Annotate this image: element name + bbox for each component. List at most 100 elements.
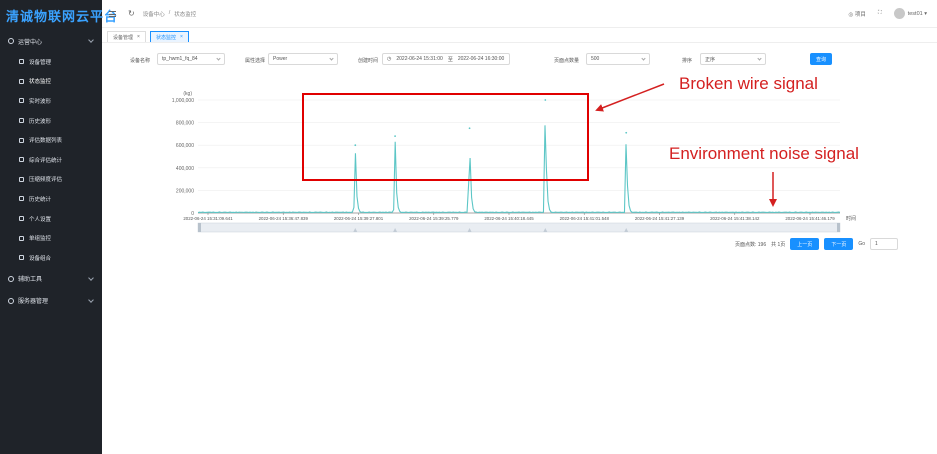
sidebar-item-label: 历史统计 (29, 196, 52, 203)
time-separator: 至 (447, 56, 453, 63)
project-link[interactable]: ◎ 项目 (849, 10, 866, 18)
zoom-handle-left (198, 223, 201, 232)
tools-icon (8, 275, 14, 282)
breadcrumb-item: 状态监控 (174, 11, 197, 18)
sidebar-item-label: 设备管理 (29, 59, 52, 66)
sidebar-item-label: 状态监控 (29, 79, 52, 86)
tab-bar: 设备管理 × 状态监控 × (102, 29, 937, 43)
stats-icon (19, 157, 24, 163)
clock-icon: ◷ (387, 56, 392, 62)
sort-select[interactable]: 正序 (700, 53, 766, 65)
sidebar-item-history-stats[interactable]: 历史统计 (0, 189, 102, 209)
broken-signal-label: Broken wire signal (679, 74, 818, 93)
sidebar-item-label: 历史波形 (29, 118, 52, 125)
chevron-down-icon (329, 56, 334, 61)
chevron-down-icon (641, 56, 646, 61)
query-button[interactable]: 查询 (810, 53, 832, 65)
x-tick-label: 2022-06-24 15:36:47.839 (259, 216, 309, 221)
sidebar-item-history-wave[interactable]: 历史波形 (0, 111, 102, 131)
time-label: 创建时间 (358, 58, 379, 64)
y-axis-label: (kg) (183, 91, 192, 97)
top-header: ↻ 设备中心 / 状态监控 ◎ 项目 ⛶ test01 ▾ (102, 0, 937, 28)
tab-status-monitor[interactable]: 状态监控 × (149, 31, 189, 42)
header-actions: ◎ 项目 ⛶ test01 ▾ (849, 8, 927, 19)
prev-page-button[interactable]: 上一页 (790, 238, 820, 250)
pagination: 页面点数: 196 共 1页 上一页 下一页 Go 1 (735, 237, 898, 251)
refresh-icon[interactable]: ↻ (128, 9, 135, 18)
device-select[interactable]: tp_hwm1_fq_84 (157, 53, 225, 65)
settings-icon (8, 38, 14, 44)
filter-bar: 设备名称 tp_hwm1_fq_84 属性选择 Power 创建时间 ◷ 202… (102, 52, 937, 68)
chevron-down-icon (88, 296, 94, 303)
sidebar-item-realtime-wave[interactable]: 实时波形 (0, 91, 102, 111)
sidebar-group-servers[interactable]: 服务器管理 (0, 290, 102, 312)
app-root: 清诚物联网云平台 运营中心 设备管理 状态监控 实时波形 历史波形 评估数据列表… (0, 0, 937, 454)
page-input[interactable]: 1 (870, 238, 898, 250)
user-icon (19, 216, 24, 222)
menu-toggle-icon[interactable] (109, 10, 116, 17)
attr-select[interactable]: Power (268, 53, 338, 65)
x-tick-label: 2022-06-24 15:31:09.641 (183, 216, 233, 221)
sidebar-item-device-combo[interactable]: 设备组合 (0, 248, 102, 268)
sidebar-group-tools[interactable]: 辅助工具 (0, 268, 102, 290)
count-select[interactable]: 500 (586, 53, 650, 65)
next-page-button[interactable]: 下一页 (824, 238, 854, 250)
sidebar-item-status-monitor[interactable]: 状态监控 (0, 72, 102, 92)
count-label: 页面点数量 (554, 58, 580, 64)
sidebar-item-label: 压缩频度评估 (29, 177, 63, 184)
list-icon (19, 137, 24, 143)
sidebar-item-label: 单组监控 (29, 236, 52, 243)
sort-value: 正序 (705, 56, 716, 63)
group-icon (19, 235, 24, 241)
sidebar-item-device-management[interactable]: 设备管理 (0, 52, 102, 72)
total-pages: 共 1页 (771, 241, 786, 248)
peak-point (625, 131, 628, 134)
time-end: 2022-06-24 16:30:00 (457, 56, 505, 62)
time-start: 2022-06-24 15:31:00 (396, 56, 443, 62)
device-label: 设备名称 (130, 58, 151, 64)
x-tick-label: 2022-06-24 15:41:38.142 (710, 216, 760, 221)
sidebar-item-eval-stats[interactable]: 综合评估统计 (0, 150, 102, 170)
broken-signal-box (302, 93, 589, 181)
close-icon[interactable]: × (180, 34, 183, 40)
sidebar-item-label: 评估数据列表 (29, 138, 63, 145)
x-tick-label: 2022-06-24 15:41:46.179 (785, 216, 835, 221)
chevron-down-icon (216, 56, 221, 61)
time-range-picker[interactable]: ◷ 2022-06-24 15:31:00 至 2022-06-24 16:30… (382, 53, 510, 65)
total-points: 页面点数: 196 (735, 241, 767, 248)
sidebar-item-label: 综合评估统计 (29, 157, 63, 164)
sidebar-group-label: 运营中心 (18, 39, 43, 46)
sidebar-group-label: 服务器管理 (18, 299, 49, 306)
count-value: 500 (591, 56, 600, 62)
sidebar-menu: 运营中心 设备管理 状态监控 实时波形 历史波形 评估数据列表 综合评估统计 压… (0, 30, 102, 312)
y-tick-label: 200,000 (176, 188, 194, 194)
x-tick-label: 2022-06-24 15:40:18.445 (484, 216, 534, 221)
pin-icon (19, 196, 24, 202)
sidebar-item-label: 个人设置 (29, 216, 52, 223)
sidebar-item-compression-eval[interactable]: 压缩频度评估 (0, 170, 102, 190)
device-icon (19, 59, 24, 65)
breadcrumb-item[interactable]: 设备中心 (143, 10, 165, 18)
x-tick-label: 2022-06-24 15:41:01.548 (560, 216, 610, 221)
sidebar-item-label: 实时波形 (29, 98, 52, 105)
y-tick-label: 600,000 (176, 143, 194, 149)
attr-label: 属性选择 (245, 58, 266, 64)
tab-label: 状态监控 (155, 34, 176, 41)
x-axis-label: 时间 (846, 215, 856, 222)
tab-device-management[interactable]: 设备管理 × (107, 31, 146, 42)
x-tick-label: 2022-06-24 15:41:27.139 (635, 216, 685, 221)
user-menu[interactable]: test01 ▾ (893, 8, 927, 19)
sidebar-item-eval-list[interactable]: 评估数据列表 (0, 130, 102, 150)
fullscreen-icon[interactable]: ⛶ (878, 10, 882, 17)
sidebar-item-single-group-monitor[interactable]: 单组监控 (0, 228, 102, 248)
sort-label: 排序 (682, 58, 693, 64)
sidebar-group-operations[interactable]: 运营中心 (0, 30, 102, 52)
sidebar-item-personal-settings[interactable]: 个人设置 (0, 209, 102, 229)
breadcrumb: 设备中心 / 状态监控 (143, 10, 197, 18)
close-icon[interactable]: × (137, 34, 140, 40)
tab-label: 设备管理 (113, 34, 134, 41)
y-tick-label: 1,000,000 (172, 98, 194, 104)
go-label: Go (858, 241, 865, 247)
compress-icon (19, 176, 24, 182)
y-tick-label: 400,000 (176, 166, 194, 172)
